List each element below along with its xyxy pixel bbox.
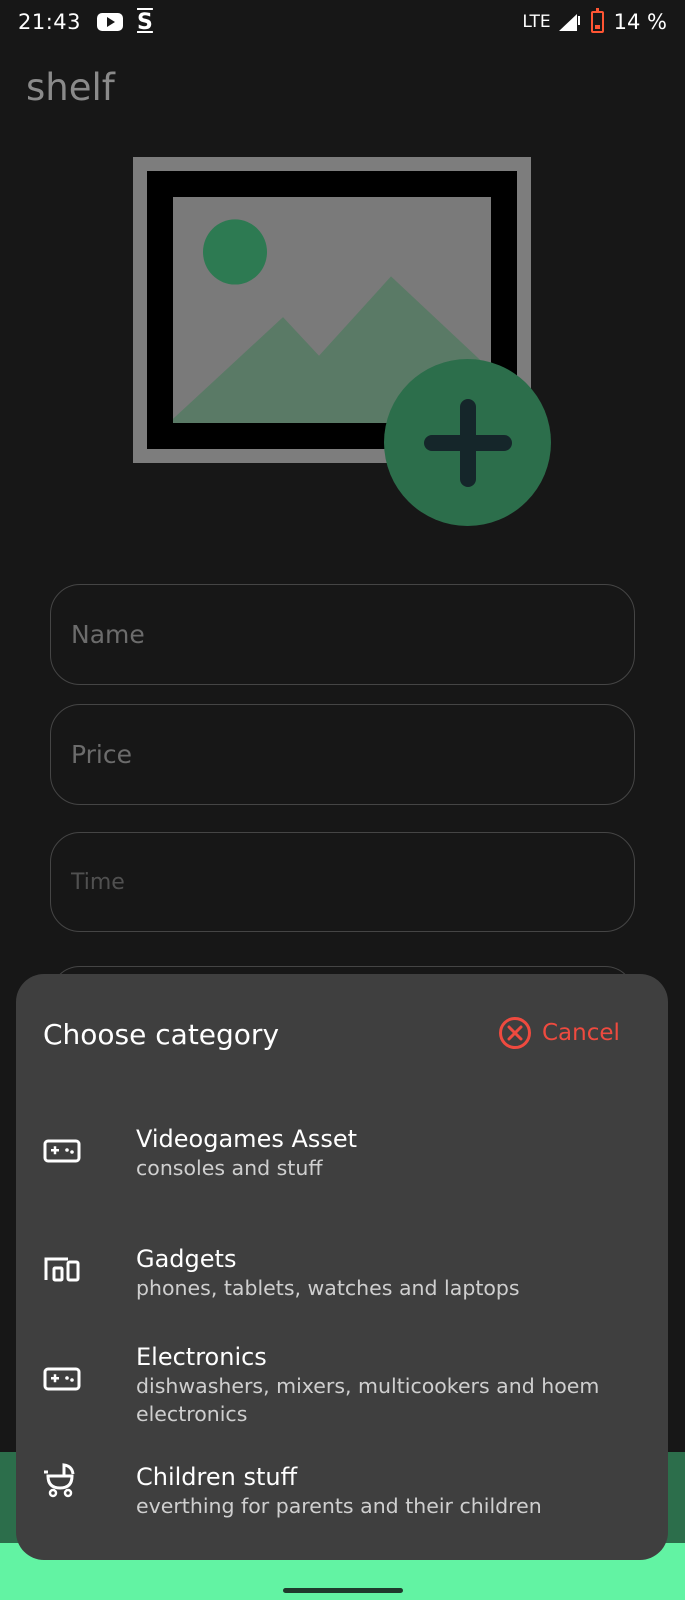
category-title: Electronics: [136, 1343, 267, 1371]
category-item-electronics[interactable]: Electronics dishwashers, mixers, multico…: [16, 1342, 668, 1428]
signal-icon: [558, 14, 580, 31]
cancel-button[interactable]: Cancel: [498, 1016, 620, 1050]
time-field[interactable]: [50, 832, 635, 932]
category-item-gadgets[interactable]: Gadgets phones, tablets, watches and lap…: [16, 1244, 668, 1302]
category-description: dishwashers, mixers, multicookers and ho…: [136, 1374, 600, 1426]
category-description: consoles and stuff: [136, 1156, 323, 1180]
youtube-icon: [97, 13, 124, 31]
sheet-title: Choose category: [43, 1018, 280, 1051]
cancel-label: Cancel: [542, 1020, 620, 1046]
status-time: 21:43: [18, 10, 82, 34]
app-title: shelf: [26, 66, 115, 109]
category-description: everthing for parents and their children: [136, 1494, 542, 1518]
stroller-icon: [44, 1463, 75, 1498]
battery-percent: 14 %: [613, 10, 667, 34]
add-image-button[interactable]: [384, 359, 551, 526]
category-title: Gadgets: [136, 1245, 237, 1273]
battery-low-icon: [590, 8, 604, 33]
category-item-videogames[interactable]: Videogames Asset consoles and stuff: [16, 1124, 668, 1182]
plus-icon: [423, 398, 512, 487]
status-bar: 21:43 S LTE 14 %: [0, 0, 685, 44]
gamepad-icon: [43, 1139, 81, 1163]
status-right: LTE 14 %: [522, 8, 667, 34]
home-gesture-handle[interactable]: [283, 1588, 403, 1593]
name-input[interactable]: [71, 620, 634, 649]
price-input[interactable]: [71, 740, 634, 769]
devices-icon: [44, 1257, 80, 1282]
price-field[interactable]: [50, 704, 635, 805]
network-type: LTE: [522, 12, 551, 32]
cancel-circle-icon: [499, 1017, 531, 1049]
name-field[interactable]: [50, 584, 635, 685]
category-title: Videogames Asset: [136, 1125, 358, 1153]
category-title: Children stuff: [136, 1463, 298, 1491]
image-picker[interactable]: [133, 157, 553, 527]
category-item-children[interactable]: Children stuff everthing for parents and…: [16, 1462, 668, 1520]
category-description: phones, tablets, watches and laptops: [136, 1276, 520, 1300]
gamepad-icon: [43, 1367, 81, 1391]
s-app-icon: S: [137, 9, 153, 35]
category-bottom-sheet: Choose category Cancel Videogames Asset …: [16, 974, 668, 1560]
time-input[interactable]: [71, 869, 634, 895]
